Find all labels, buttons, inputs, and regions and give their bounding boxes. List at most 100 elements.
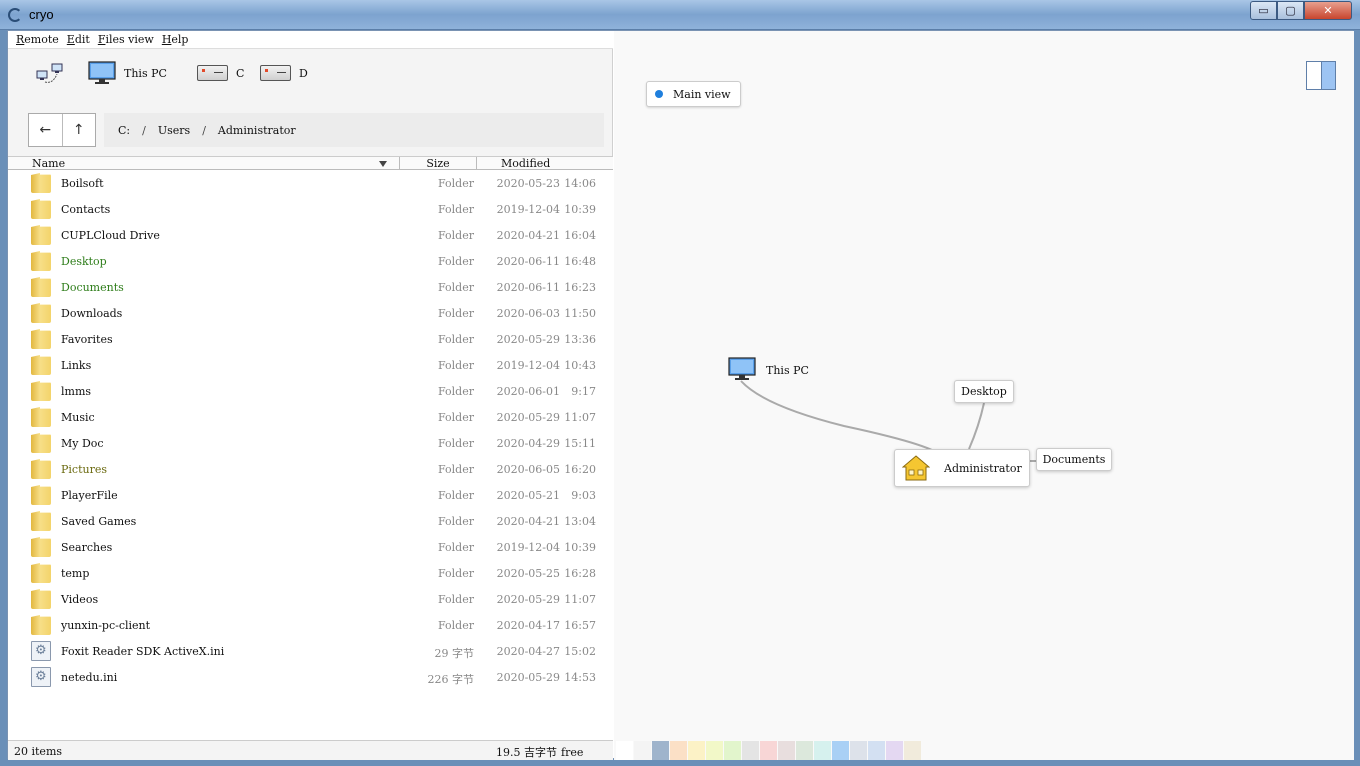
table-row[interactable]: Boilsoft Folder 2020-05-23 14:06 <box>8 170 613 196</box>
minimize-button[interactable]: ▭ <box>1250 1 1277 20</box>
menu-files-view[interactable]: Files view <box>90 31 154 48</box>
file-time: 16:23 <box>564 281 596 294</box>
status-bar: 20 items 19.5 吉字节 free <box>8 740 613 760</box>
color-swatch[interactable] <box>670 741 687 760</box>
file-date: 2020-04-17 <box>496 619 560 632</box>
file-time: 16:48 <box>564 255 596 268</box>
graph-node-documents[interactable]: Documents <box>1036 448 1112 471</box>
table-row[interactable]: Pictures Folder 2020-06-05 16:20 <box>8 456 613 482</box>
color-swatch[interactable] <box>634 741 651 760</box>
color-swatch[interactable] <box>886 741 903 760</box>
graph-view-panel: Main view This PC Desktop Administrator <box>614 31 1354 760</box>
status-free-label: free <box>561 746 584 759</box>
color-swatch[interactable] <box>760 741 777 760</box>
file-date: 2020-05-23 <box>496 177 560 190</box>
color-swatch[interactable] <box>742 741 759 760</box>
folder-icon <box>31 381 51 401</box>
menu-remote[interactable]: Remote <box>8 31 59 48</box>
color-swatch[interactable] <box>796 741 813 760</box>
close-button[interactable]: ✕ <box>1304 1 1352 20</box>
file-name: lmms <box>61 385 92 398</box>
color-swatch[interactable] <box>778 741 795 760</box>
file-time: 15:02 <box>564 645 596 658</box>
color-swatch[interactable] <box>850 741 867 760</box>
color-swatch[interactable] <box>832 741 849 760</box>
table-row[interactable]: Saved Games Folder 2020-04-21 13:04 <box>8 508 613 534</box>
place-drive-c[interactable]: C <box>197 65 244 81</box>
file-date: 2020-04-29 <box>496 437 560 450</box>
computer-icon <box>88 61 116 84</box>
place-this-pc[interactable]: This PC <box>88 61 167 85</box>
table-row[interactable]: Downloads Folder 2020-06-03 11:50 <box>8 300 613 326</box>
graph-node-desktop[interactable]: Desktop <box>954 380 1014 403</box>
menu-edit[interactable]: Edit <box>59 31 90 48</box>
file-date: 2020-04-21 <box>496 229 560 242</box>
color-swatch[interactable] <box>904 741 921 760</box>
table-row[interactable]: netedu.ini 226 字节 2020-05-29 14:53 <box>8 664 613 690</box>
file-name: My Doc <box>61 437 104 450</box>
table-row[interactable]: Documents Folder 2020-06-11 16:23 <box>8 274 613 300</box>
table-row[interactable]: Desktop Folder 2020-06-11 16:48 <box>8 248 613 274</box>
color-swatch[interactable] <box>868 741 885 760</box>
table-row[interactable]: CUPLCloud Drive Folder 2020-04-21 16:04 <box>8 222 613 248</box>
drive-icon <box>260 65 291 81</box>
file-size: Folder <box>438 203 474 216</box>
network-icon[interactable] <box>35 63 67 85</box>
table-row[interactable]: Contacts Folder 2019-12-04 10:39 <box>8 196 613 222</box>
file-time: 16:57 <box>564 619 596 632</box>
column-size-header[interactable]: Size <box>400 157 477 170</box>
color-swatch[interactable] <box>688 741 705 760</box>
up-arrow-icon[interactable]: ↑ <box>61 114 96 146</box>
color-swatch[interactable] <box>616 741 633 760</box>
file-name: netedu.ini <box>61 671 118 684</box>
files-panel: This PC C D ← ↑ C: / Users / Administrat… <box>8 49 613 760</box>
table-row[interactable]: Music Folder 2020-05-29 11:07 <box>8 404 613 430</box>
file-date: 2020-05-21 <box>496 489 560 502</box>
place-drive-d[interactable]: D <box>260 65 308 81</box>
color-swatch[interactable] <box>814 741 831 760</box>
file-date: 2020-05-29 <box>496 671 560 684</box>
table-row[interactable]: Links Folder 2019-12-04 10:43 <box>8 352 613 378</box>
table-row[interactable]: yunxin-pc-client Folder 2020-04-17 16:57 <box>8 612 613 638</box>
breadcrumb-separator: / <box>142 123 146 137</box>
menu-help[interactable]: Help <box>154 31 189 48</box>
graph-node-this-pc[interactable]: This PC <box>766 364 809 377</box>
column-modified-header[interactable]: Modified <box>477 157 613 170</box>
file-name: Desktop <box>61 255 107 268</box>
maximize-button[interactable]: ▢ <box>1277 1 1304 20</box>
table-row[interactable]: temp Folder 2020-05-25 16:28 <box>8 560 613 586</box>
table-row[interactable]: My Doc Folder 2020-04-29 15:11 <box>8 430 613 456</box>
color-swatch[interactable] <box>706 741 723 760</box>
color-swatch[interactable] <box>724 741 741 760</box>
column-name-header[interactable]: Name <box>32 157 400 170</box>
app-client-area: Remote Edit Files view Help This PC C D … <box>7 30 1354 760</box>
navigation-buttons: ← ↑ <box>28 113 96 147</box>
table-row[interactable]: Videos Folder 2020-05-29 11:07 <box>8 586 613 612</box>
place-this-pc-label: This PC <box>124 66 167 80</box>
file-size: Folder <box>438 411 474 424</box>
places-bar: This PC C D <box>8 49 613 97</box>
file-name: Downloads <box>61 307 123 320</box>
file-time: 10:39 <box>564 203 596 216</box>
breadcrumb-drive[interactable]: C: <box>118 124 130 137</box>
folder-icon <box>31 615 51 635</box>
file-size: Folder <box>438 619 474 632</box>
settings-file-icon <box>31 667 51 687</box>
file-date: 2020-06-01 <box>496 385 560 398</box>
file-size: 29 字节 <box>434 647 475 660</box>
graph-node-administrator[interactable]: Administrator <box>894 449 1030 487</box>
folder-icon <box>31 251 51 271</box>
table-row[interactable]: Foxit Reader SDK ActiveX.ini 29 字节 2020-04… <box>8 638 613 664</box>
table-row[interactable]: lmms Folder 2020-06-01 9:17 <box>8 378 613 404</box>
file-name: Videos <box>61 593 99 606</box>
this-pc-node-icon[interactable] <box>728 357 756 382</box>
table-row[interactable]: Searches Folder 2019-12-04 10:39 <box>8 534 613 560</box>
color-swatch[interactable] <box>652 741 669 760</box>
table-row[interactable]: PlayerFile Folder 2020-05-21 9:03 <box>8 482 613 508</box>
back-arrow-icon[interactable]: ← <box>29 114 62 146</box>
file-name: yunxin-pc-client <box>61 619 151 632</box>
breadcrumb-users[interactable]: Users <box>158 124 190 137</box>
breadcrumb-administrator[interactable]: Administrator <box>218 124 296 137</box>
table-row[interactable]: Favorites Folder 2020-05-29 13:36 <box>8 326 613 352</box>
sort-descending-icon[interactable] <box>379 161 387 167</box>
